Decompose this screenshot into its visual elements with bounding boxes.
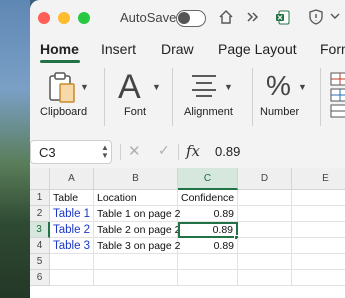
formula-separator xyxy=(120,144,121,160)
desktop-wallpaper xyxy=(0,0,30,298)
cell-d1[interactable] xyxy=(238,190,292,206)
cell-a4[interactable]: Table 3 xyxy=(50,238,94,254)
column-header-e[interactable]: E xyxy=(292,168,345,190)
cell-b1[interactable]: Location xyxy=(94,190,178,206)
ribbon: ▼ Clipboard A ▼ Font ▼ Alignment % ▼ Num… xyxy=(30,64,345,136)
clipboard-dropdown-icon[interactable]: ▼ xyxy=(80,82,89,92)
cell-c5[interactable] xyxy=(178,254,238,270)
cancel-icon[interactable]: ✕ xyxy=(128,142,141,160)
cell-d3[interactable] xyxy=(238,222,292,238)
toggle-knob xyxy=(178,12,190,24)
clipboard-icon xyxy=(48,72,78,109)
name-box-value: C3 xyxy=(39,145,56,160)
excel-file-icon[interactable] xyxy=(276,10,290,25)
tab-formulas[interactable]: Form xyxy=(320,41,345,57)
align-center-icon xyxy=(190,74,218,103)
more-chevrons-icon[interactable] xyxy=(246,10,260,27)
name-box[interactable]: C3 ▲ ▼ xyxy=(30,140,112,164)
column-header-b[interactable]: B xyxy=(94,168,178,190)
number-group[interactable]: % ▼ Number xyxy=(258,64,314,134)
cell-b2[interactable]: Table 1 on page 2 xyxy=(94,206,181,222)
column-header-a[interactable]: A xyxy=(50,168,94,190)
percent-icon: % xyxy=(266,70,291,101)
excel-window: AutoSave Home Insert Draw Page Layout Fo… xyxy=(30,0,345,298)
chevron-down-icon[interactable] xyxy=(330,11,340,23)
tab-home[interactable]: Home xyxy=(40,41,79,57)
row-header-2[interactable]: 2 xyxy=(30,206,50,222)
font-group[interactable]: A ▼ Font xyxy=(110,64,166,134)
cell-a6[interactable] xyxy=(50,270,94,286)
column-header-d[interactable]: D xyxy=(238,168,292,190)
insert-function-icon[interactable]: fx xyxy=(186,142,200,160)
font-dropdown-icon[interactable]: ▼ xyxy=(152,82,161,92)
cell-c2[interactable]: 0.89 xyxy=(178,206,238,222)
row-header-5[interactable]: 5 xyxy=(30,254,50,270)
cell-a1[interactable]: Table xyxy=(50,190,94,206)
cell-c4[interactable]: 0.89 xyxy=(178,238,238,254)
font-label: Font xyxy=(124,106,147,118)
clipboard-label: Clipboard xyxy=(40,106,88,118)
row-header-3[interactable]: 3 xyxy=(30,222,50,238)
row-header-1[interactable]: 1 xyxy=(30,190,50,206)
cell-a5[interactable] xyxy=(50,254,94,270)
tab-draw[interactable]: Draw xyxy=(161,41,194,57)
shield-icon[interactable] xyxy=(309,9,323,29)
cell-b5[interactable] xyxy=(94,254,178,270)
formula-bar: C3 ▲ ▼ ✕ ✓ fx 0.89 xyxy=(30,138,345,166)
cell-e5[interactable] xyxy=(292,254,345,270)
confirm-icon[interactable]: ✓ xyxy=(158,142,170,159)
number-label: Number xyxy=(260,106,300,118)
name-box-stepper-icon[interactable]: ▲ ▼ xyxy=(101,144,109,160)
cell-d5[interactable] xyxy=(238,254,292,270)
clipboard-group[interactable]: ▼ Clipboard xyxy=(38,64,98,134)
column-header-c[interactable]: C xyxy=(178,168,238,190)
cell-b4[interactable]: Table 3 on page 2 xyxy=(94,238,181,254)
autosave-toggle[interactable] xyxy=(176,10,206,27)
minimize-window-button[interactable] xyxy=(58,12,70,24)
cell-e2[interactable] xyxy=(292,206,345,222)
close-window-button[interactable] xyxy=(38,12,50,24)
font-icon: A xyxy=(118,68,141,106)
cell-d4[interactable] xyxy=(238,238,292,254)
formula-input[interactable]: 0.89 xyxy=(215,144,240,159)
zoom-window-button[interactable] xyxy=(78,12,90,24)
active-tab-indicator xyxy=(40,60,80,63)
cell-b3[interactable]: Table 2 on page 2 xyxy=(94,222,181,238)
cell-c6[interactable] xyxy=(178,270,238,286)
row-header-6[interactable]: 6 xyxy=(30,270,50,286)
cell-e3[interactable] xyxy=(292,222,345,238)
cell-e4[interactable] xyxy=(292,238,345,254)
cell-e6[interactable] xyxy=(292,270,345,286)
autosave-label: AutoSave xyxy=(120,10,177,25)
home-icon[interactable] xyxy=(218,9,234,29)
styles-group[interactable] xyxy=(326,64,345,134)
formula-separator xyxy=(178,144,179,160)
conditional-format-icon xyxy=(330,72,345,123)
ribbon-divider xyxy=(252,68,253,126)
title-bar: AutoSave xyxy=(30,0,345,36)
select-all-corner[interactable] xyxy=(30,168,50,190)
spreadsheet-grid[interactable]: A B C D E 1 2 3 4 5 6 Table Location Con… xyxy=(30,168,345,298)
cell-b6[interactable] xyxy=(94,270,178,286)
cell-a2[interactable]: Table 1 xyxy=(50,206,94,222)
alignment-label: Alignment xyxy=(184,106,233,118)
alignment-group[interactable]: ▼ Alignment xyxy=(178,64,246,134)
ribbon-divider xyxy=(320,68,321,126)
number-dropdown-icon[interactable]: ▼ xyxy=(298,82,307,92)
cell-d6[interactable] xyxy=(238,270,292,286)
cell-c3-active[interactable]: 0.89 xyxy=(178,222,238,238)
cell-d2[interactable] xyxy=(238,206,292,222)
alignment-dropdown-icon[interactable]: ▼ xyxy=(224,82,233,92)
ribbon-divider xyxy=(104,68,105,126)
cell-c1[interactable]: Confidence xyxy=(178,190,238,206)
cell-e1[interactable] xyxy=(292,190,345,206)
ribbon-divider xyxy=(172,68,173,126)
tab-insert[interactable]: Insert xyxy=(101,41,136,57)
row-header-4[interactable]: 4 xyxy=(30,238,50,254)
tab-page-layout[interactable]: Page Layout xyxy=(218,41,297,57)
cell-a3[interactable]: Table 2 xyxy=(50,222,94,238)
